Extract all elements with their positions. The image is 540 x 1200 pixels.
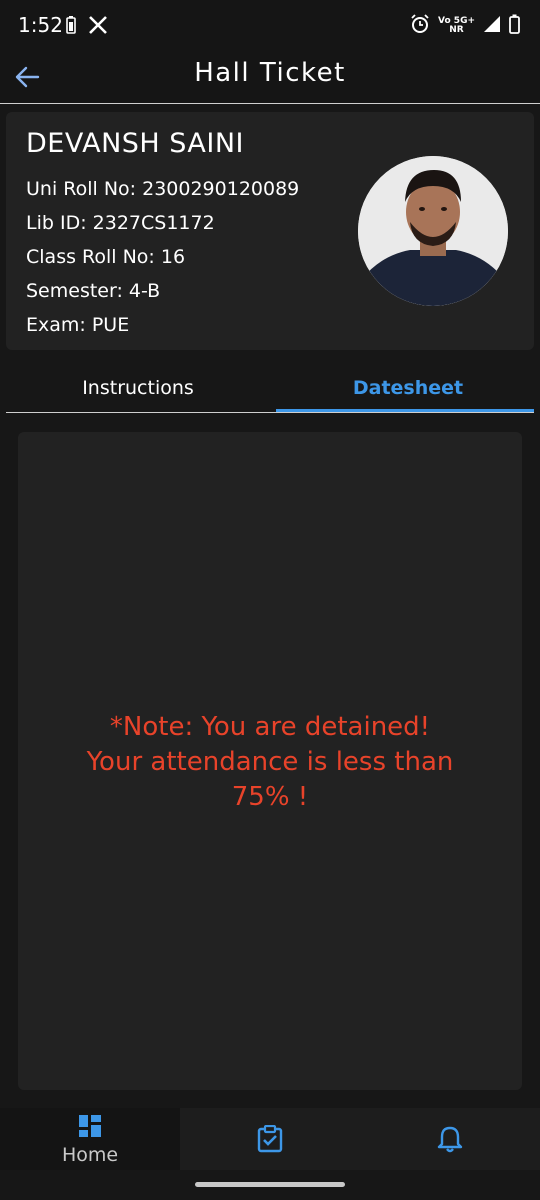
- tab-instructions[interactable]: Instructions: [6, 364, 270, 412]
- student-photo: [358, 156, 508, 306]
- nav-hall-ticket[interactable]: [180, 1108, 360, 1170]
- bottom-navigation: Home: [0, 1108, 540, 1170]
- battery-saver-icon: [66, 16, 76, 38]
- detention-note: *Note: You are detained! Your attendance…: [38, 710, 502, 815]
- alarm-icon: [410, 14, 430, 38]
- note-line: 75% !: [231, 782, 309, 812]
- nav-home[interactable]: Home: [0, 1108, 180, 1170]
- class-roll-no: Class Roll No: 16: [26, 246, 186, 268]
- nav-notifications[interactable]: [360, 1108, 540, 1170]
- signal-icon: [483, 15, 501, 37]
- student-profile-card: DEVANSH SAINI Uni Roll No: 2300290120089…: [6, 112, 534, 350]
- student-name: DEVANSH SAINI: [26, 128, 245, 159]
- status-bar: 1:52 Vo 5G+ NR: [0, 0, 540, 50]
- note-line: *Note: You are detained!: [109, 712, 431, 742]
- note-line: Your attendance is less than: [86, 747, 454, 777]
- student-details: Uni Roll No: 2300290120089 Lib ID: 2327C…: [26, 172, 299, 342]
- app-bar: Hall Ticket: [0, 50, 540, 104]
- semester: Semester: 4-B: [26, 280, 161, 302]
- active-tab-indicator: [276, 409, 534, 412]
- x-app-icon: [88, 15, 108, 39]
- network-type: Vo 5G+ NR: [438, 16, 475, 35]
- status-time: 1:52: [18, 13, 63, 37]
- uni-roll-no: Uni Roll No: 2300290120089: [26, 178, 300, 200]
- page-title: Hall Ticket: [194, 58, 346, 88]
- clipboard-check-icon: [257, 1124, 283, 1157]
- gesture-handle[interactable]: [195, 1182, 345, 1187]
- dashboard-icon: [79, 1115, 101, 1141]
- battery-icon: [509, 14, 520, 38]
- exam: Exam: PUE: [26, 314, 130, 336]
- lib-id: Lib ID: 2327CS1172: [26, 212, 215, 234]
- bell-icon: [437, 1125, 463, 1157]
- datesheet-panel: *Note: You are detained! Your attendance…: [18, 432, 522, 1090]
- tab-bar: Instructions Datesheet: [6, 364, 534, 413]
- tab-datesheet[interactable]: Datesheet: [276, 364, 540, 412]
- nav-home-label: Home: [61, 1144, 119, 1166]
